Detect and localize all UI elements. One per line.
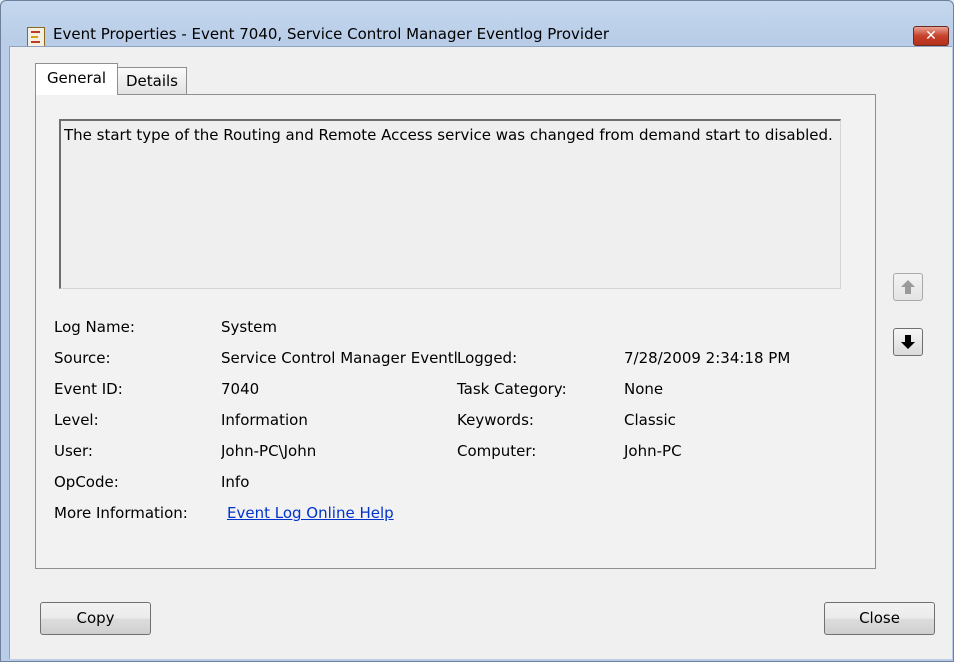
event-log-online-help-link[interactable]: Event Log Online Help [227, 503, 394, 523]
title-bar[interactable]: Event Properties - Event 7040, Service C… [1, 1, 953, 47]
copy-button[interactable]: Copy [40, 602, 151, 635]
event-id-label: Event ID: [54, 380, 123, 398]
computer-label: Computer: [457, 442, 537, 460]
window-title: Event Properties - Event 7040, Service C… [53, 25, 610, 43]
opcode-label: OpCode: [54, 473, 119, 491]
previous-event-button[interactable] [893, 273, 923, 301]
level-value: Information [221, 411, 308, 429]
user-label: User: [54, 442, 93, 460]
close-window-button[interactable]: ✕ [913, 26, 949, 46]
log-name-label: Log Name: [54, 318, 135, 336]
event-viewer-icon [27, 27, 45, 47]
task-category-label: Task Category: [457, 380, 567, 398]
level-label: Level: [54, 411, 99, 429]
logged-label: Logged: [457, 349, 518, 367]
tab-details[interactable]: Details [117, 67, 187, 94]
keywords-value: Classic [624, 411, 676, 429]
arrow-up-icon [901, 280, 915, 294]
event-id-value: 7040 [221, 380, 260, 398]
user-value: John-PC\John [221, 442, 317, 460]
next-event-button[interactable] [893, 328, 923, 356]
computer-value: John-PC [624, 442, 682, 460]
log-name-value: System [221, 318, 277, 336]
more-information-label: More Information: [54, 504, 188, 522]
keywords-label: Keywords: [457, 411, 534, 429]
general-panel: The start type of the Routing and Remote… [35, 94, 876, 569]
dialog-body: General Details The start type of the Ro… [9, 46, 952, 659]
task-category-value: None [624, 380, 664, 398]
close-button[interactable]: Close [824, 602, 935, 635]
source-label: Source: [54, 349, 111, 367]
logged-value: 7/28/2009 2:34:18 PM [624, 349, 791, 367]
event-description[interactable]: The start type of the Routing and Remote… [59, 119, 841, 289]
tab-general[interactable]: General [35, 63, 118, 95]
opcode-value: Info [221, 473, 250, 491]
arrow-down-icon [901, 335, 915, 349]
source-value: Service Control Manager Eventlog Provide… [221, 349, 457, 367]
